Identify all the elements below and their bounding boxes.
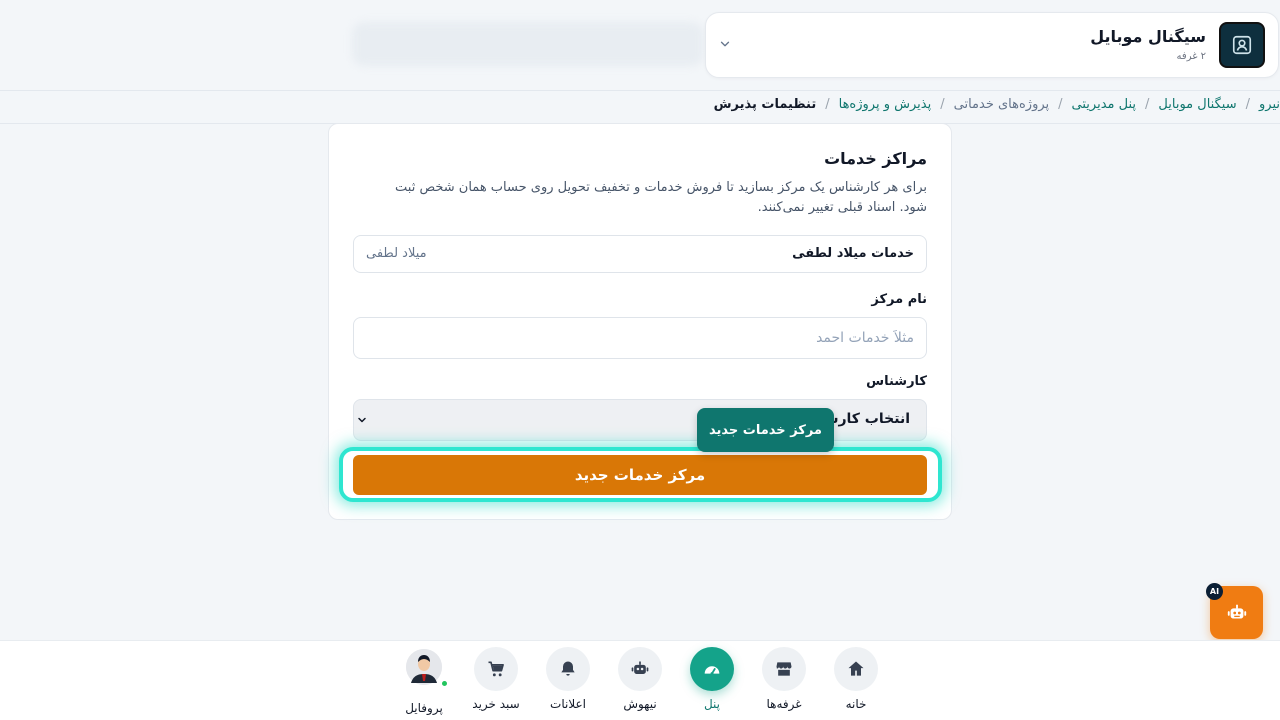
shop-name: سیگنال موبایل: [1090, 27, 1206, 46]
breadcrumb-item[interactable]: سیگنال موبایل: [1158, 97, 1236, 112]
nav-ai[interactable]: نیهوش: [605, 647, 675, 711]
center-name-label: نام مرکز: [871, 292, 927, 307]
robot-icon: [1227, 604, 1246, 618]
breadcrumb-item[interactable]: پروژه‌های خدماتی: [954, 97, 1050, 112]
existing-service-center[interactable]: خدمات میلاد لطفی میلاد لطفی: [353, 235, 927, 273]
breadcrumb: نیرو / سیگنال موبایل / پنل مدیریتی / پرو…: [714, 97, 1280, 112]
robot-icon: [631, 661, 649, 674]
nav-cart-icon-wrap: [474, 647, 518, 691]
nav-booths-icon-wrap: [762, 647, 806, 691]
breadcrumb-separator: /: [1245, 97, 1250, 112]
online-status-dot: [441, 680, 448, 687]
nav-home[interactable]: خانه: [821, 647, 891, 711]
ai-badge: AI: [1206, 583, 1223, 600]
avatar: [406, 649, 448, 687]
breadcrumb-item[interactable]: نیرو: [1259, 97, 1280, 112]
contact-card-icon: [1232, 35, 1252, 55]
nav-booths-label: غرفه‌ها: [766, 697, 802, 711]
chevron-down-icon[interactable]: [718, 37, 732, 51]
expert-label: کارشناس: [866, 374, 927, 389]
nav-ai-icon-wrap: [618, 647, 662, 691]
top-bar: سیگنال موبایل ۲ غرفه: [0, 0, 1280, 90]
nav-notifications-icon-wrap: [546, 647, 590, 691]
nav-notifications-label: اعلانات: [550, 697, 586, 711]
expert-select[interactable]: انتخاب کارشناس: [353, 399, 927, 441]
nav-cart[interactable]: سبد خرید: [461, 647, 531, 711]
breadcrumb-separator: /: [1145, 97, 1150, 112]
cart-icon: [488, 661, 504, 677]
tooltip: مرکز خدمات جدید: [697, 408, 834, 452]
nav-booths[interactable]: غرفه‌ها: [749, 647, 819, 711]
home-icon: [848, 661, 864, 676]
nav-panel-icon-wrap: [690, 647, 734, 691]
shop-switcher[interactable]: سیگنال موبایل ۲ غرفه: [705, 12, 1279, 78]
nav-panel[interactable]: پنل: [677, 647, 747, 711]
shop-booth-count: ۲ غرفه: [1176, 51, 1206, 62]
breadcrumb-current: تنظیمات پذیرش: [713, 97, 817, 112]
store-icon: [776, 662, 792, 676]
nav-notifications[interactable]: اعلانات: [533, 647, 603, 711]
nav-home-label: خانه: [845, 697, 867, 711]
blurred-search-area: [352, 22, 704, 66]
service-center-expert: میلاد لطفی: [366, 246, 427, 261]
breadcrumb-separator: /: [1058, 97, 1063, 112]
ai-assistant-button[interactable]: AI: [1206, 583, 1263, 639]
nav-cart-label: سبد خرید: [472, 697, 520, 711]
shop-logo: [1219, 22, 1265, 68]
new-service-center-button[interactable]: مرکز خدمات جدید: [353, 455, 927, 495]
panel-description: برای هر کارشناس یک مرکز بسازید تا فروش خ…: [395, 180, 927, 215]
breadcrumb-bar: نیرو / سیگنال موبایل / پنل مدیریتی / پرو…: [0, 90, 1280, 124]
panel-title: مراکز خدمات: [824, 149, 927, 168]
breadcrumb-item[interactable]: پنل مدیریتی: [1072, 97, 1136, 112]
nav-panel-label: پنل: [703, 697, 721, 711]
bottom-navigation: خانه غرفه‌ها پنل: [0, 640, 1280, 720]
service-center-name: خدمات میلاد لطفی: [792, 246, 914, 261]
nav-ai-label: نیهوش: [623, 697, 657, 711]
nav-profile[interactable]: پروفایل: [389, 649, 459, 715]
avatar-image: [406, 649, 442, 685]
breadcrumb-item[interactable]: پذیرش و پروژه‌ها: [839, 97, 932, 112]
nav-home-icon-wrap: [834, 647, 878, 691]
breadcrumb-separator: /: [825, 97, 830, 112]
breadcrumb-separator: /: [940, 97, 945, 112]
center-name-input[interactable]: [353, 317, 927, 359]
dashboard-gauge-icon: [704, 666, 720, 676]
chevron-down-icon: [358, 417, 366, 423]
nav-profile-label: پروفایل: [405, 701, 443, 715]
bell-icon: [561, 661, 575, 676]
